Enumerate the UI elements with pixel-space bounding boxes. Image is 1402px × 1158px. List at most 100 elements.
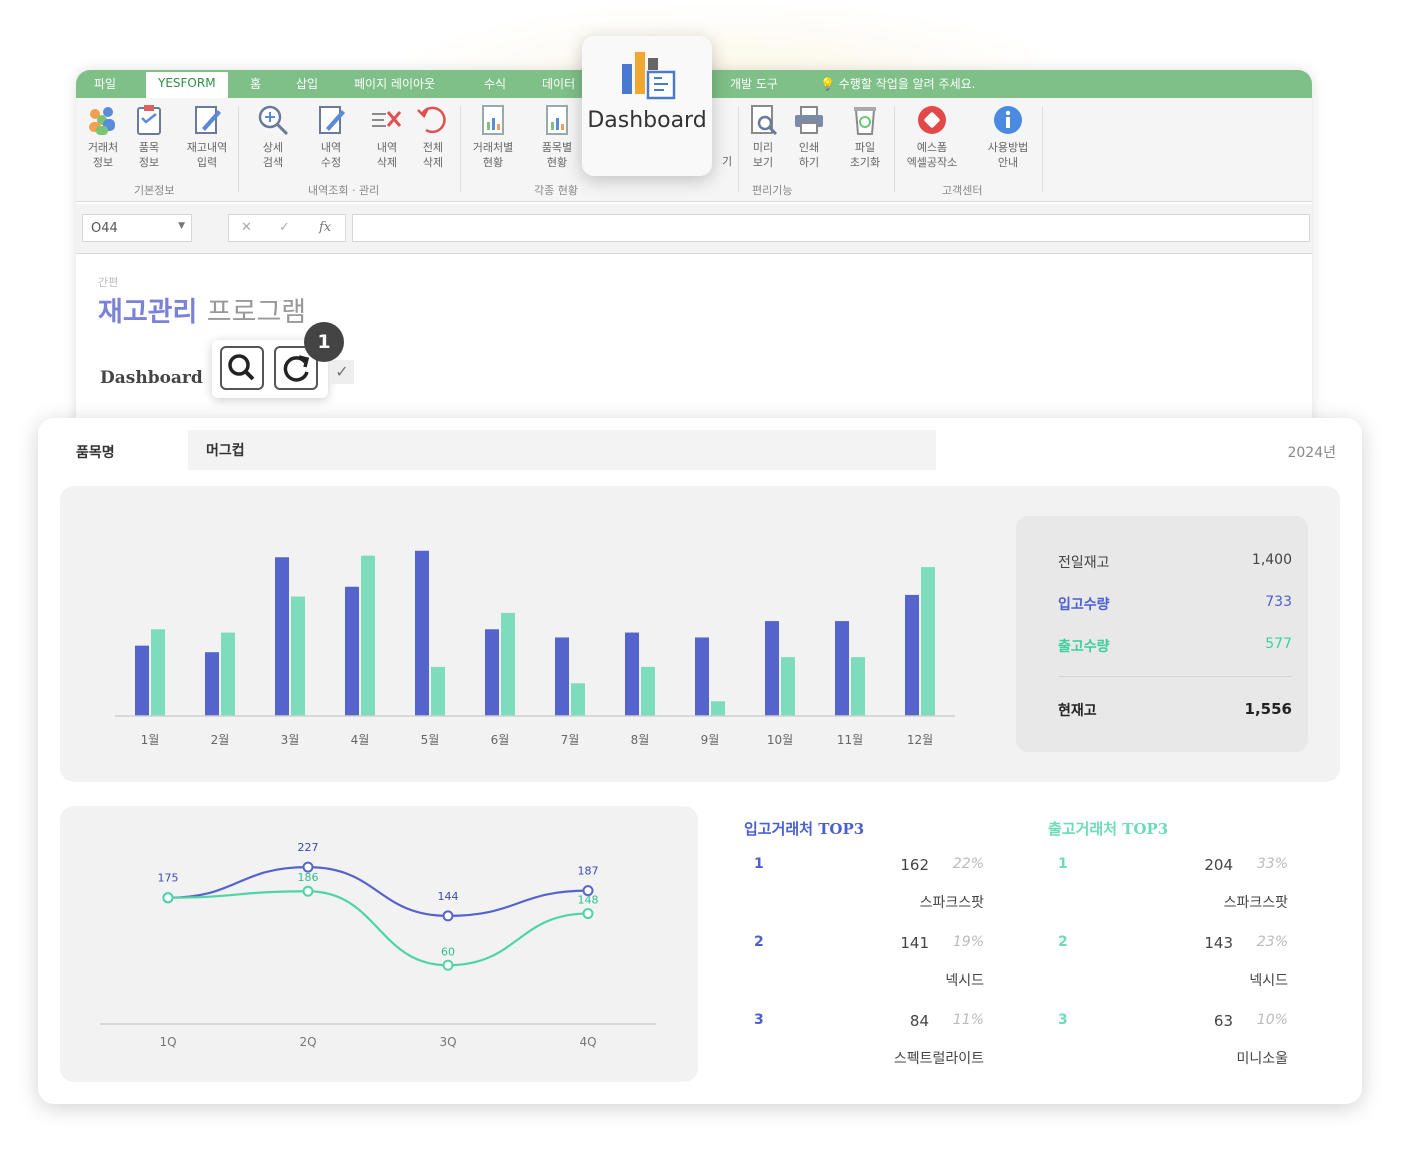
name-box[interactable]: O44 ▼	[82, 214, 192, 242]
list-item: 2 143 23% 넥시드	[1048, 934, 1288, 994]
data-label: 60	[441, 945, 455, 958]
clipboard-icon	[137, 105, 161, 135]
percent: 11%	[952, 1012, 984, 1028]
x-tick-label: 12월	[907, 733, 933, 747]
dashboard-callout[interactable]: Dashboard	[582, 36, 712, 176]
x-tick-label: 9월	[701, 733, 720, 747]
ribbon-button-stock-entry[interactable]: 재고내역 입력	[184, 104, 230, 170]
quarterly-chart-card: 175 227 144 187 186 60 148 1Q 2Q 3Q 4Q	[60, 806, 698, 1082]
bar-inbound	[695, 637, 709, 716]
summary-value: 577	[1265, 636, 1292, 652]
cancel-icon[interactable]: ✕	[241, 220, 252, 235]
count: 162	[900, 856, 929, 874]
count: 84	[909, 1012, 929, 1030]
bar-inbound	[555, 637, 569, 716]
x-tick-label: 1월	[141, 733, 160, 747]
bar-inbound	[835, 621, 849, 716]
count: 204	[1204, 856, 1233, 874]
formula-buttons: ✕ ✓ fx	[228, 214, 346, 242]
x-tick-label: 4월	[351, 733, 370, 747]
ribbon-group-label: 기본정보	[134, 184, 175, 197]
rank: 1	[1058, 856, 1068, 872]
yesform-icon	[918, 106, 946, 134]
fx-icon[interactable]: fx	[319, 220, 331, 235]
ribbon-group-label: 내역조회 · 관리	[308, 184, 380, 197]
percent: 33%	[1256, 856, 1288, 872]
tell-me-box[interactable]: 💡 수행할 작업을 알려 주세요.	[820, 75, 975, 92]
list-item: 2 141 19% 넥시드	[744, 934, 984, 994]
bar-outbound	[361, 555, 375, 716]
ribbon-button-preview[interactable]: 미리 보기	[740, 104, 786, 170]
bar-outbound	[781, 657, 795, 716]
percent: 23%	[1256, 934, 1288, 950]
ribbon-button-label: 파일 초기화	[849, 141, 881, 169]
data-point	[442, 959, 454, 971]
bar-inbound	[625, 632, 639, 716]
formula-input[interactable]	[352, 214, 1310, 242]
formula-bar: O44 ▼ ✕ ✓ fx	[76, 204, 1312, 254]
top3-inbound-title: 입고거래처 TOP3	[744, 820, 865, 838]
chevron-down-icon[interactable]: ▼	[178, 221, 185, 231]
tab-insert[interactable]: 삽입	[296, 75, 318, 92]
tab-data[interactable]: 데이터	[542, 75, 575, 92]
percent: 19%	[952, 934, 984, 950]
list-item: 1 162 22% 스파크스팟	[744, 856, 984, 916]
ribbon-button-item-info[interactable]: 품목 정보	[126, 104, 172, 170]
summary-key: 출고수량	[1058, 639, 1110, 655]
ribbon-button-item-status[interactable]: 품목별 현황	[534, 104, 580, 170]
search-button[interactable]	[220, 346, 264, 390]
partner-name: 넥시드	[945, 973, 984, 989]
sheet-title-rest: 프로그램	[206, 297, 307, 328]
ribbon-button-delete-record[interactable]: 내역 삭제	[364, 104, 410, 170]
edit-doc-icon	[319, 106, 345, 134]
monthly-bar-chart: 1월 2월 3월 4월 5월 6월 7월 8월 9월 10월 11월 12월	[115, 550, 955, 747]
ribbon-button-label: 품목 정보	[138, 141, 160, 169]
ribbon-button-delete-all[interactable]: 전체 삭제	[410, 104, 456, 170]
tab-yesform[interactable]: YESFORM	[146, 72, 228, 98]
tab-formulas[interactable]: 수식	[484, 75, 506, 92]
ribbon-group-divider	[894, 106, 895, 192]
data-label: 186	[298, 871, 319, 884]
item-name-field[interactable]: 머그컵	[188, 430, 936, 470]
tab-file[interactable]: 파일	[94, 75, 116, 92]
count: 143	[1204, 934, 1233, 952]
bar-outbound	[431, 666, 445, 716]
ribbon-button-yesform-workshop[interactable]: 예스폼 엑셀공작소	[900, 104, 964, 170]
tab-home[interactable]: 홈	[250, 75, 261, 92]
ribbon-button-detail-search[interactable]: 상세 검색	[250, 104, 296, 170]
top3-outbound-title: 출고거래처 TOP3	[1048, 820, 1169, 838]
line-outbound	[167, 890, 589, 967]
enter-icon[interactable]: ✓	[279, 220, 290, 235]
checkbox-icon[interactable]: ✓	[330, 360, 354, 384]
x-tick-label: 5월	[421, 733, 440, 747]
ribbon-button-customer-status[interactable]: 거래처별 현황	[470, 104, 516, 170]
bar-outbound	[641, 666, 655, 716]
line-inbound	[167, 866, 589, 918]
bar-outbound	[151, 629, 165, 716]
recycle-icon	[854, 107, 876, 135]
ribbon-button-customer-info[interactable]: 거래처 정보	[80, 104, 126, 170]
ribbon-button-label: 내역 수정	[320, 141, 342, 169]
bar-inbound	[765, 621, 779, 716]
bar-inbound	[905, 594, 919, 716]
ribbon-button-label: 상세 검색	[262, 141, 284, 169]
ribbon-button-usage-guide[interactable]: 사용방법 안내	[980, 104, 1036, 170]
ribbon-button-reset-file[interactable]: 파일 초기화	[842, 104, 888, 170]
data-label: 148	[578, 894, 599, 907]
tab-page-layout[interactable]: 페이지 레이아웃	[354, 75, 435, 92]
rank: 3	[1058, 1012, 1068, 1028]
data-point	[162, 892, 174, 904]
ribbon-button-edit-record[interactable]: 내역 수정	[308, 104, 354, 170]
ribbon-group-divider	[738, 106, 739, 192]
bar-outbound	[921, 567, 935, 716]
x-tick-label: 10월	[767, 733, 793, 747]
ribbon-button-label: 내역 삭제	[376, 141, 398, 169]
dashboard-label: Dashboard	[100, 368, 203, 388]
bar-inbound	[135, 645, 149, 716]
preview-icon	[751, 105, 778, 136]
bar-inbound	[415, 550, 429, 716]
tab-developer[interactable]: 개발 도구	[730, 75, 778, 92]
ribbon-button-print[interactable]: 인쇄 하기	[786, 104, 832, 170]
summary-divider	[1058, 676, 1292, 677]
count: 141	[900, 934, 929, 952]
